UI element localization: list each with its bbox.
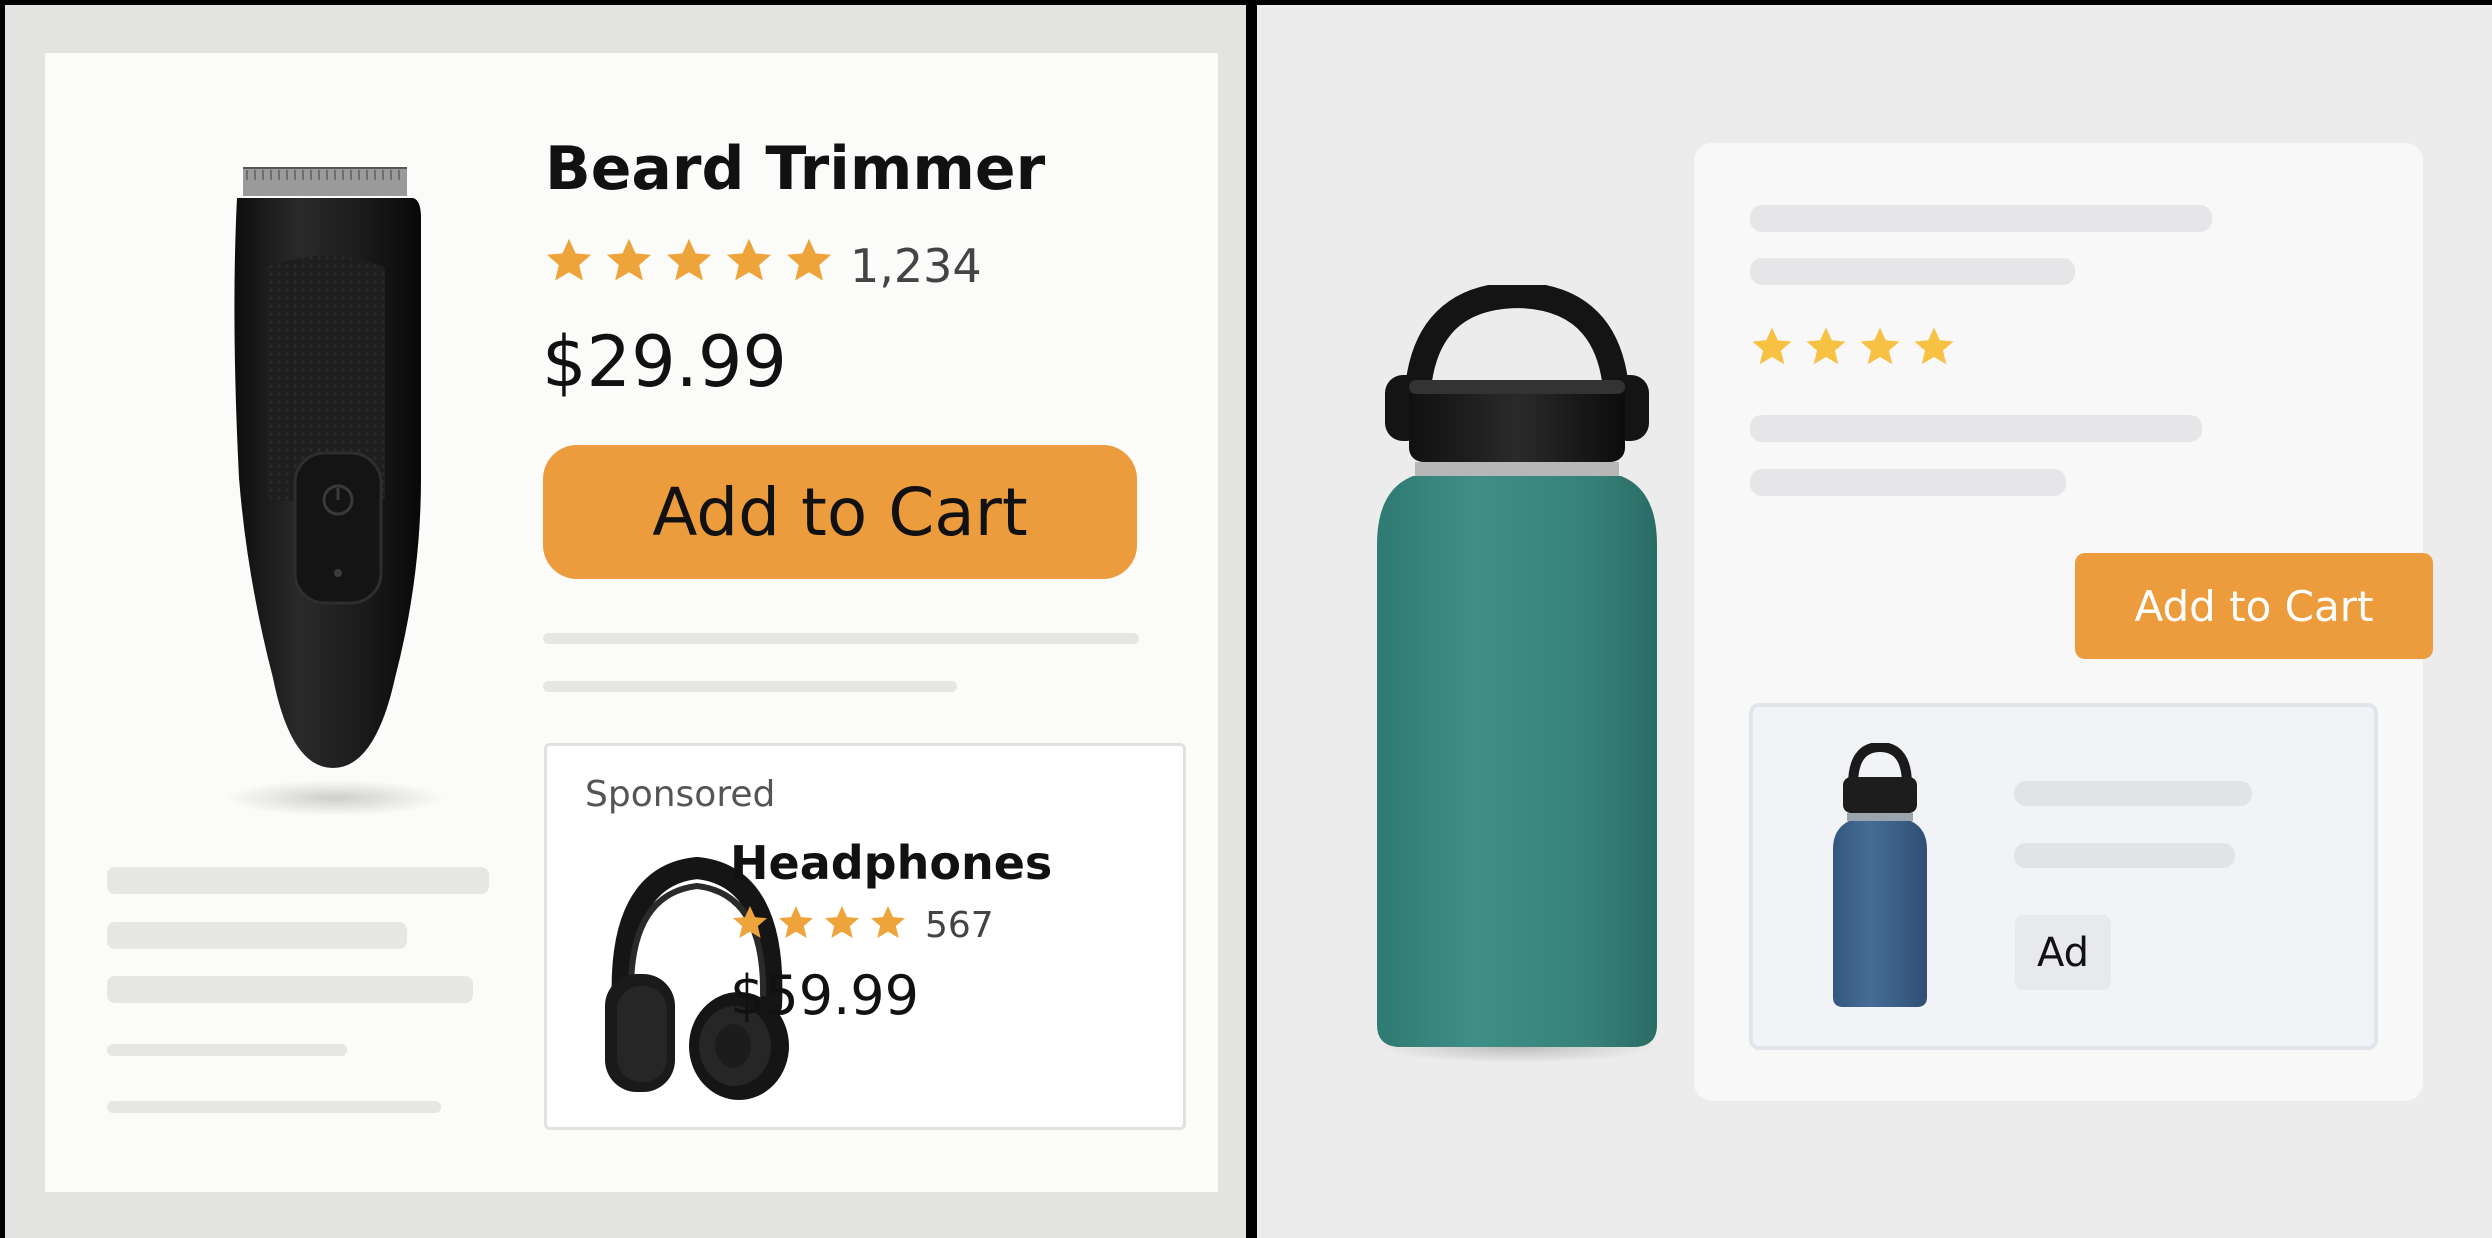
product-card: Beard Trimmer 1,234 $29.99 Add to Cart S… — [45, 53, 1218, 1192]
water-bottle-image[interactable] — [1357, 285, 1677, 1065]
sponsored-product-price: $59.99 — [730, 964, 919, 1027]
details-placeholder-line — [107, 867, 489, 894]
sponsored-label: Sponsored — [585, 774, 776, 815]
product-card: Add to Cart Ad — [1694, 143, 2433, 1101]
star-icon — [825, 906, 859, 938]
left-product-panel: Beard Trimmer 1,234 $29.99 Add to Cart S… — [5, 5, 1246, 1238]
sponsored-rating-count[interactable]: 567 — [925, 905, 994, 946]
star-icon — [546, 238, 592, 281]
add-to-cart-button[interactable]: Add to Cart — [543, 445, 1137, 579]
product-price: $29.99 — [542, 321, 787, 403]
star-icon — [606, 238, 652, 281]
product-rating-stars — [543, 235, 835, 287]
ad-product-card[interactable]: Ad — [1749, 703, 2378, 1050]
details-placeholder-line — [107, 976, 473, 1003]
beard-trimmer-image[interactable] — [195, 118, 455, 818]
description-placeholder-line — [543, 633, 1139, 644]
star-icon — [871, 906, 905, 938]
star-icon — [733, 906, 767, 938]
star-icon — [779, 906, 813, 938]
star-icon — [1914, 327, 1954, 365]
description-placeholder-line — [543, 681, 957, 692]
rating-count[interactable]: 1,234 — [850, 239, 982, 293]
details-placeholder-line — [107, 1101, 441, 1113]
description-placeholder-line — [1750, 415, 2202, 442]
ad-title-placeholder-line — [2014, 843, 2235, 868]
ad-title-placeholder-line — [2014, 781, 2252, 806]
star-icon — [726, 238, 772, 281]
product-title[interactable]: Beard Trimmer — [545, 139, 1045, 199]
title-placeholder-line — [1750, 258, 2075, 285]
details-placeholder-line — [107, 922, 407, 949]
water-bottle-image[interactable] — [1827, 743, 1933, 1013]
right-product-panel: Add to Cart Ad — [1257, 5, 2492, 1238]
description-placeholder-line — [1750, 469, 2066, 496]
sponsored-rating-stars — [730, 903, 908, 943]
star-icon — [786, 238, 832, 281]
title-placeholder-line — [1750, 205, 2212, 232]
add-to-cart-button[interactable]: Add to Cart — [2075, 553, 2433, 659]
sponsored-product-title[interactable]: Headphones — [730, 840, 1052, 886]
star-icon — [666, 238, 712, 281]
star-icon — [1806, 327, 1846, 365]
sponsored-product-card[interactable]: Sponsored Headphones 567 $59.99 — [544, 743, 1186, 1130]
star-icon — [1752, 327, 1792, 365]
star-icon — [1860, 327, 1900, 365]
ad-badge: Ad — [2015, 915, 2111, 990]
product-rating-stars — [1749, 324, 1957, 370]
details-placeholder-line — [107, 1044, 347, 1056]
